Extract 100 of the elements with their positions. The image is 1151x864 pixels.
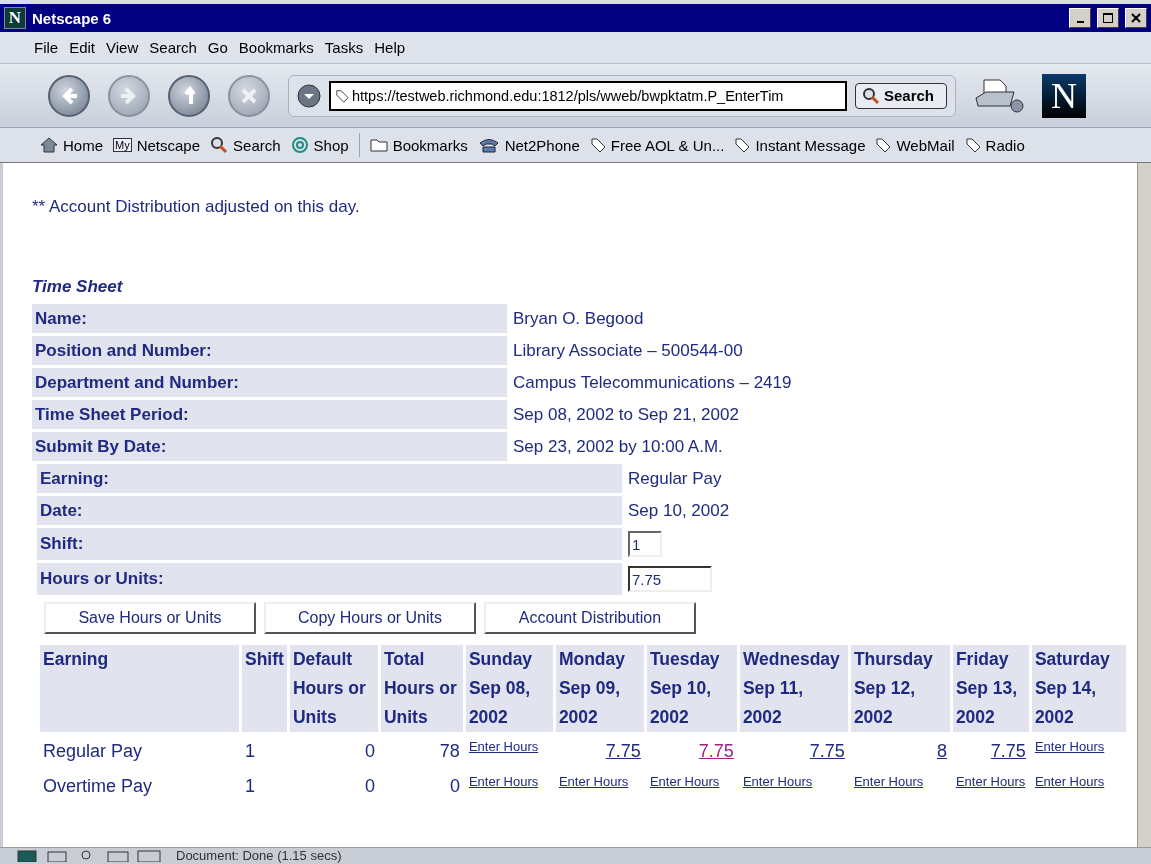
bookmark-tag-icon: [964, 137, 981, 153]
column-header: Default Hours or Units: [289, 645, 378, 732]
dropdown-icon[interactable]: [297, 83, 321, 108]
menu-item[interactable]: Help: [374, 39, 406, 56]
hours-link[interactable]: 7.75: [990, 740, 1026, 761]
hours-link[interactable]: 7.75: [809, 740, 845, 761]
enter-hours-link[interactable]: Enter Hours: [468, 774, 539, 789]
table-cell-text: 1: [244, 774, 256, 798]
field-label: Hours or Units:: [37, 563, 622, 595]
column-header: Sunday Sep 08, 2002: [465, 645, 553, 732]
column-header: Friday Sep 13, 2002: [952, 645, 1029, 732]
input-field[interactable]: 7.75: [628, 566, 712, 592]
column-header: Earning: [40, 645, 239, 732]
input-field[interactable]: 1: [628, 531, 662, 557]
form-button[interactable]: Copy Hours or Units: [264, 602, 476, 634]
enter-hours-link[interactable]: Enter Hours: [742, 774, 813, 789]
search-button[interactable]: Search: [855, 82, 948, 109]
url-field[interactable]: https://testweb.richmond.edu:1812/pls/wweb/bwpktatm.P_EnterTim: [329, 80, 847, 111]
search-icon: [862, 86, 880, 105]
brand-logo: N: [1042, 73, 1087, 118]
field-value: Sep 08, 2002 to Sep 21, 2002: [512, 403, 740, 426]
table-cell-text: Regular Pay: [42, 739, 144, 763]
maximize-icon: [1103, 13, 1113, 23]
status-text: Document: Done (1.15 secs): [176, 848, 342, 863]
form-button[interactable]: Account Distribution: [484, 602, 696, 634]
bookmark-tag-icon: [875, 137, 892, 153]
column-header: Tuesday Sep 10, 2002: [646, 645, 737, 732]
minimize-button[interactable]: [1069, 8, 1091, 28]
menu-item[interactable]: View: [106, 39, 139, 56]
menu-item[interactable]: File: [34, 39, 59, 56]
field-value: Library Associate – 500544-00: [512, 339, 744, 362]
field-label: Shift:: [37, 528, 622, 560]
bookmark-tag-icon: [589, 137, 606, 153]
column-header: Saturday Sep 14, 2002: [1031, 645, 1126, 732]
column-header: Shift: [242, 645, 287, 732]
toolbar-link[interactable]: Net2Phone: [477, 136, 580, 154]
menu-item[interactable]: Bookmarks: [238, 39, 314, 56]
forward-button[interactable]: [108, 74, 150, 117]
minimize-icon: [1076, 20, 1084, 23]
stop-button[interactable]: [228, 74, 270, 117]
hours-link[interactable]: 7.75: [698, 740, 734, 761]
section-title: Time Sheet: [32, 277, 124, 297]
bookmark-tag-icon: [335, 88, 349, 103]
column-header: Total Hours or Units: [380, 645, 463, 732]
toolbar-link[interactable]: WebMail: [875, 136, 955, 154]
table-cell-text: 78: [438, 739, 461, 763]
enter-hours-link[interactable]: Enter Hours: [468, 739, 539, 754]
toolbar-link[interactable]: My Netscape: [113, 136, 201, 154]
field-value: Regular Pay: [627, 467, 723, 490]
table-cell-text: Overtime Pay: [42, 774, 154, 798]
column-header: Thursday Sep 12, 2002: [850, 645, 950, 732]
bookmark-tag-icon: [734, 137, 751, 153]
menu-item[interactable]: Edit: [69, 39, 96, 56]
enter-hours-link[interactable]: Enter Hours: [1034, 739, 1105, 754]
enter-hours-link[interactable]: Enter Hours: [649, 774, 720, 789]
window-title: Netscape 6: [32, 9, 113, 27]
toolbar-link[interactable]: Shop: [290, 136, 349, 154]
field-value: Sep 23, 2002 by 10:00 A.M.: [512, 435, 724, 458]
table-cell-text: 0: [363, 774, 376, 798]
enter-hours-link[interactable]: Enter Hours: [558, 774, 629, 789]
field-label: Position and Number:: [32, 336, 507, 365]
house-icon: [40, 137, 58, 153]
table-cell-text: 0: [448, 774, 461, 798]
folder-icon: [369, 138, 388, 152]
enter-hours-link[interactable]: Enter Hours: [853, 774, 924, 789]
app-logo: N: [4, 7, 26, 29]
hours-link[interactable]: 7.75: [605, 740, 641, 761]
menu-item[interactable]: Go: [207, 39, 228, 56]
field-label: Time Sheet Period:: [32, 400, 507, 429]
field-label: Submit By Date:: [32, 432, 507, 461]
form-button[interactable]: Save Hours or Units: [44, 602, 256, 634]
column-header: Wednesday Sep 11, 2002: [739, 645, 848, 732]
field-value: Campus Telecommunications – 2419: [512, 371, 793, 394]
field-value: Bryan O. Begood: [512, 307, 645, 330]
table-cell-text: 0: [363, 739, 376, 763]
close-button[interactable]: [1125, 8, 1147, 28]
enter-hours-link[interactable]: Enter Hours: [955, 774, 1026, 789]
enter-hours-link[interactable]: Enter Hours: [1034, 774, 1105, 789]
toolbar-link[interactable]: Search: [210, 136, 281, 154]
field-label: Date:: [37, 496, 622, 525]
field-value: Sep 10, 2002: [627, 499, 731, 522]
toolbar-link[interactable]: Bookmarks: [369, 136, 468, 154]
search-icon: [210, 136, 229, 154]
phone-icon: [477, 137, 500, 153]
toolbar-link[interactable]: Instant Message: [734, 136, 866, 154]
toolbar-link[interactable]: Free AOL & Un...: [589, 136, 725, 154]
close-icon: [1131, 13, 1141, 23]
menu-item[interactable]: Search: [149, 39, 197, 56]
back-button[interactable]: [48, 74, 90, 117]
note-text: ** Account Distribution adjusted on this day.: [32, 197, 361, 217]
toolbar-link[interactable]: Radio: [964, 136, 1025, 154]
maximize-button[interactable]: [1097, 8, 1119, 28]
hours-link[interactable]: 8: [936, 740, 947, 761]
column-header: Monday Sep 09, 2002: [555, 645, 644, 732]
menu-item[interactable]: Tasks: [324, 39, 364, 56]
field-label: Department and Number:: [32, 368, 507, 397]
reload-button[interactable]: [168, 74, 210, 117]
field-label: Name:: [32, 304, 507, 333]
toolbar-link[interactable]: Home: [40, 136, 103, 154]
table-cell-text: 1: [244, 739, 256, 763]
